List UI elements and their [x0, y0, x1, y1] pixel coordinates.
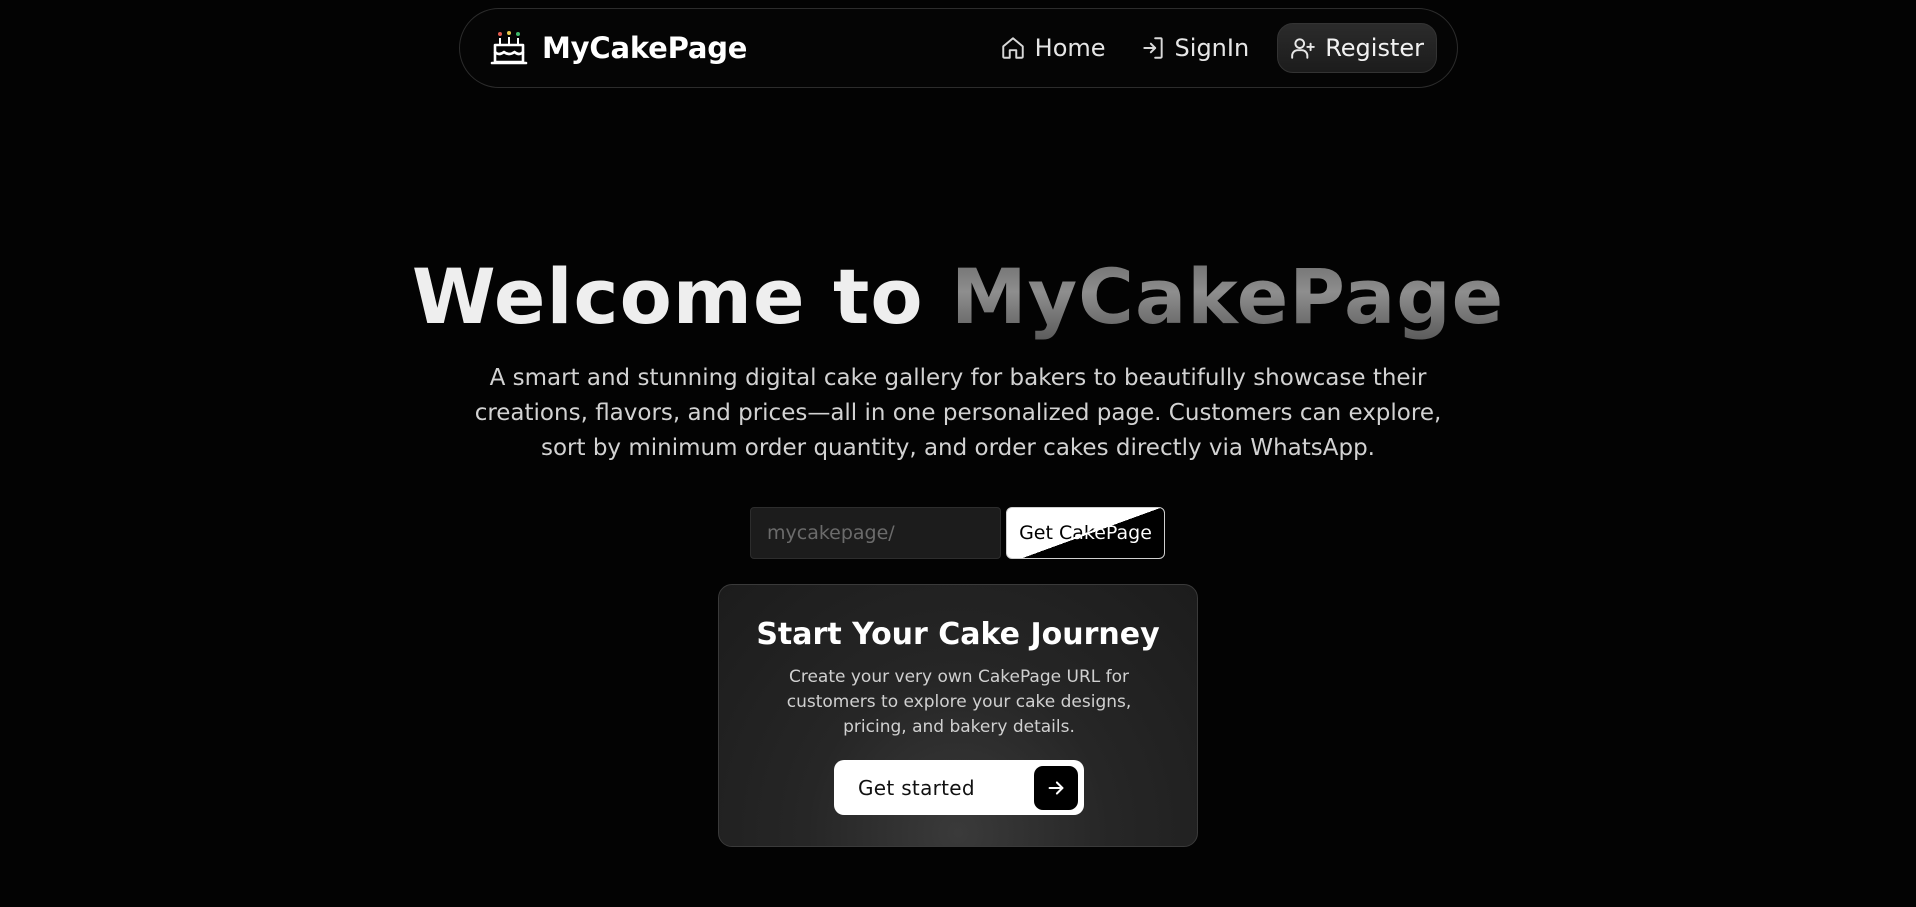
get-started-button[interactable]: Get started	[834, 760, 1084, 815]
nav-signin-label: SignIn	[1174, 34, 1250, 62]
get-started-label: Get started	[858, 775, 975, 800]
user-plus-icon	[1291, 38, 1315, 59]
top-navbar: MyCakePage Home SignIn Register	[459, 8, 1458, 88]
cakepage-url-input[interactable]	[750, 507, 1001, 559]
home-icon	[1001, 37, 1024, 59]
hero-title: Welcome to MyCakePage	[0, 252, 1916, 341]
register-button[interactable]: Register	[1277, 23, 1437, 73]
card-title: Start Your Cake Journey	[756, 617, 1160, 652]
get-cakepage-button[interactable]: Get CakePage	[1006, 507, 1165, 559]
get-cakepage-label: Get CakePage	[1015, 522, 1156, 544]
arrow-right-icon	[1034, 765, 1078, 810]
nav-home-link[interactable]: Home	[994, 26, 1112, 70]
hero-title-brand: MyCakePage	[951, 252, 1505, 341]
sign-in-icon	[1142, 37, 1163, 59]
nav-links: Home SignIn Register	[994, 23, 1437, 73]
cake-icon	[490, 31, 528, 65]
register-label: Register	[1325, 34, 1424, 62]
hero-description: A smart and stunning digital cake galler…	[474, 365, 1442, 461]
hero-title-welcome: Welcome to	[411, 252, 924, 341]
start-journey-card: Start Your Cake Journey Create your very…	[718, 584, 1198, 847]
brand-logo-link[interactable]: MyCakePage	[490, 29, 747, 67]
card-description: Create your very own CakePage URL for cu…	[786, 667, 1132, 737]
brand-name: MyCakePage	[542, 31, 748, 65]
nav-signin-link[interactable]: SignIn	[1134, 26, 1256, 70]
nav-home-label: Home	[1034, 34, 1106, 62]
